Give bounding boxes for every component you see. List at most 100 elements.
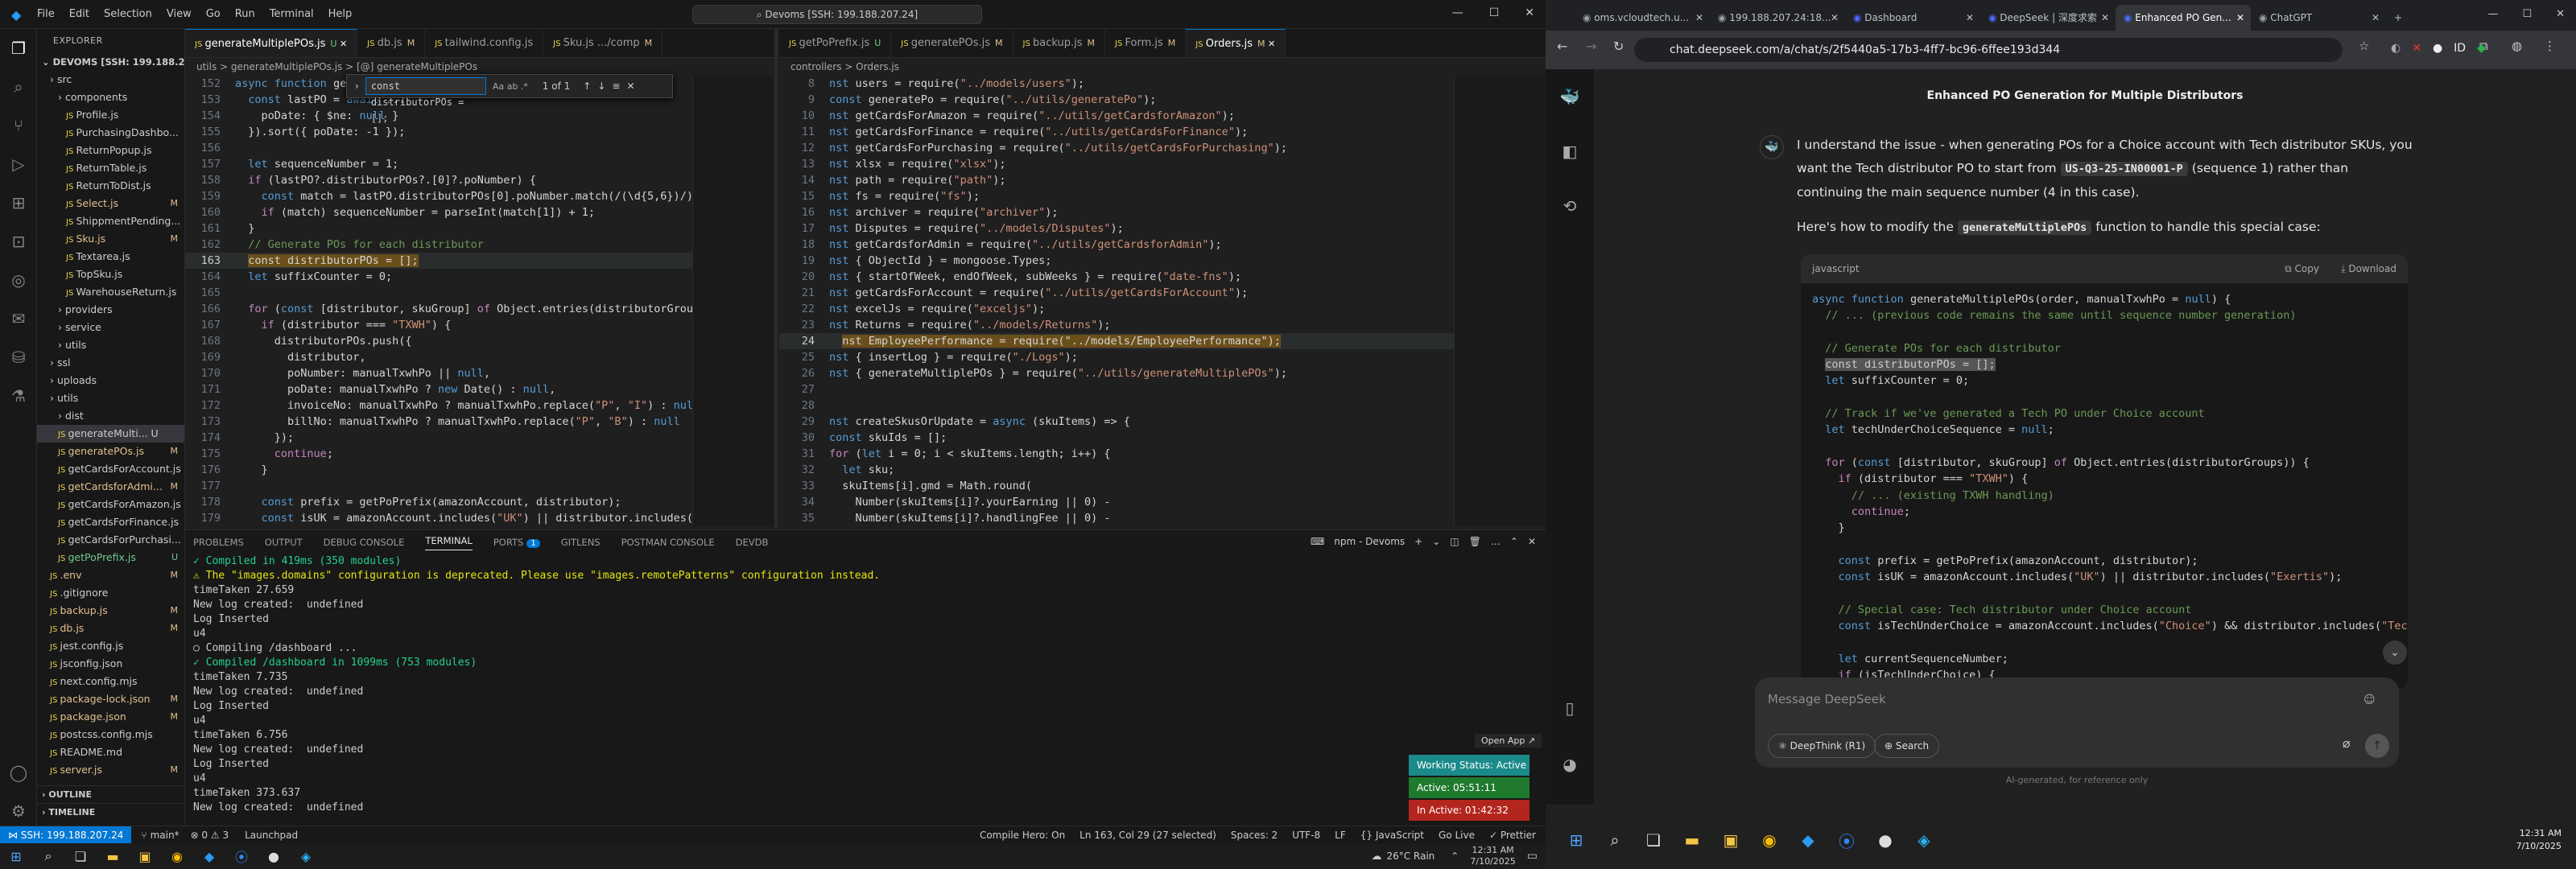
code-editor-left[interactable]: 152async function generateMultiplePOs(or…	[185, 76, 692, 526]
extension-icon-2[interactable]: ✕	[2412, 42, 2421, 55]
task-view-icon[interactable]: ❏	[1634, 827, 1673, 853]
more-icon[interactable]: …	[1491, 536, 1501, 547]
folder-item[interactable]: › service	[37, 319, 184, 336]
database-icon[interactable]: ⛁	[0, 338, 37, 377]
arrow-down-icon[interactable]: ↓	[597, 80, 605, 92]
editor-tab[interactable]: JS backup.js M	[1013, 29, 1106, 57]
file-item[interactable]: JS .gitignore	[37, 584, 184, 602]
deepseek-logo-icon[interactable]: 🐳	[1546, 69, 1594, 124]
file-item[interactable]: JS Textarea.js	[37, 248, 184, 266]
message-input[interactable]: Message DeepSeek	[1768, 692, 1886, 706]
editor-split-divider[interactable]	[774, 29, 778, 528]
remote-indicator[interactable]: ⋈ SSH: 199.188.207.24	[0, 826, 132, 844]
close-icon[interactable]: ✕	[1831, 5, 1839, 31]
maximize-icon[interactable]: ☐	[1489, 6, 1500, 19]
terminal-output[interactable]: ✓ Compiled in 419ms (350 modules) ⚠ The "…	[185, 554, 1546, 815]
search-icon[interactable]: ⌕	[1596, 827, 1634, 853]
code-block-body[interactable]: async function generateMultiplePOs(order…	[1801, 283, 2408, 689]
cursor-position[interactable]: Ln 163, Col 29 (27 selected)	[1080, 830, 1216, 841]
avatar[interactable]: ◕	[1546, 737, 1594, 792]
editor-tab[interactable]: JS getPoPrefix.js U	[779, 29, 892, 57]
minimap-right[interactable]	[1454, 76, 1546, 526]
folder-item[interactable]: › utils	[37, 389, 184, 407]
zoom-icon[interactable]: ⦿	[225, 843, 258, 869]
app-icon-2[interactable]: ◈	[290, 843, 322, 869]
close-icon[interactable]: ✕	[1966, 5, 1974, 31]
split-icon[interactable]: ◫	[1450, 536, 1459, 547]
close-icon[interactable]: ✕	[1528, 536, 1536, 547]
source-control-icon[interactable]: ⑂	[0, 106, 37, 145]
menu-lines-icon[interactable]: ≡	[612, 80, 620, 92]
testing-icon[interactable]: ⚗	[0, 377, 37, 415]
menu-item[interactable]: Selection	[104, 8, 152, 20]
file-item[interactable]: JS jsconfig.json	[37, 655, 184, 673]
menu-item[interactable]: Terminal	[270, 8, 314, 20]
file-item[interactable]: JS getCardsforAdmi... M	[37, 478, 184, 496]
maximize-panel-icon[interactable]: ⌃	[1510, 536, 1518, 547]
file-item[interactable]: JS getCardsForAccount.js	[37, 460, 184, 478]
folder-item[interactable]: › providers	[37, 301, 184, 319]
browser-tab[interactable]: ◉ 199.188.207.24:18... ✕	[1710, 5, 1845, 31]
file-item[interactable]: JS generatePOs.js M	[37, 443, 184, 460]
language-mode[interactable]: {} JavaScript	[1360, 830, 1424, 841]
panel-tab[interactable]: TERMINAL	[425, 535, 473, 550]
scroll-down-button[interactable]: ⌄	[2383, 640, 2407, 665]
git-branch[interactable]: main*	[151, 830, 180, 841]
file-item[interactable]: JS next.config.mjs	[37, 673, 184, 690]
problems-count[interactable]: ⊗ 0 ⚠ 3	[191, 830, 229, 841]
zoom-icon[interactable]: ⦿	[1827, 827, 1866, 853]
editor-tab[interactable]: JS Sku.js .../comp M	[543, 29, 663, 57]
forward-icon[interactable]: →	[1586, 39, 1596, 54]
extension-icon-3[interactable]: ●	[2433, 42, 2442, 55]
search-icon[interactable]: ⌕	[0, 68, 37, 106]
prettier[interactable]: ✓ Prettier	[1489, 830, 1536, 841]
explorer-icon[interactable]: ❐	[0, 29, 37, 68]
find-input[interactable]: const distributorPOs = [];	[365, 77, 486, 124]
extension-icon-4[interactable]: ID	[2454, 42, 2466, 55]
folder-item[interactable]: › utils	[37, 336, 184, 354]
timeline-section[interactable]: › TIMELINE	[37, 803, 184, 821]
folder-item[interactable]: › components	[37, 89, 184, 106]
file-item[interactable]: JS package-lock.json M	[37, 690, 184, 708]
editor-tab[interactable]: JS generatePOs.js M	[891, 29, 1013, 57]
code-editor-right[interactable]: 8 nst users = require("../models/users");…	[779, 76, 1454, 526]
file-item[interactable]: JS Profile.js	[37, 106, 184, 124]
file-item[interactable]: JS getCardsForPurchasi...	[37, 531, 184, 549]
minimize-icon[interactable]: —	[1452, 6, 1463, 19]
menu-item[interactable]: File	[37, 8, 55, 20]
chrome-icon[interactable]: ◉	[1750, 827, 1789, 853]
accounts-icon[interactable]: ◯	[0, 753, 37, 792]
remote-explorer-icon[interactable]: ⊡	[0, 222, 37, 261]
panel-tab[interactable]: PORTS 1	[493, 537, 540, 548]
close-icon[interactable]: ✕	[1265, 39, 1275, 49]
store-icon[interactable]: ▣	[1711, 827, 1750, 853]
extension-icon-1[interactable]: ◐	[2391, 42, 2401, 55]
file-item[interactable]: JS ShippmentPending...	[37, 212, 184, 230]
encoding[interactable]: UTF-8	[1292, 830, 1320, 841]
close-icon[interactable]: ✕	[1525, 6, 1534, 19]
menu-item[interactable]: Go	[206, 8, 221, 20]
add-icon[interactable]: +	[1414, 536, 1422, 547]
editor-tab[interactable]: JS Orders.js M ✕	[1186, 29, 1286, 57]
compile-hero[interactable]: Compile Hero: On	[980, 830, 1065, 841]
editor-tab[interactable]: JS Form.js M	[1105, 29, 1187, 57]
minimap-left[interactable]	[692, 76, 773, 526]
chrome-icon[interactable]: ◉	[161, 843, 193, 869]
browser-tab[interactable]: ◉ Enhanced PO Gen... ✕	[2116, 5, 2251, 31]
file-item[interactable]: JS db.js M	[37, 620, 184, 637]
attach-icon[interactable]: ⌀	[2343, 735, 2351, 751]
file-item[interactable]: JS .env M	[37, 566, 184, 584]
file-item[interactable]: JS Sku.js M	[37, 230, 184, 248]
app-icon[interactable]: ●	[258, 843, 290, 869]
folder-item[interactable]: › src	[37, 71, 184, 89]
file-item[interactable]: JS ReturnToDist.js	[37, 177, 184, 195]
panel-tab[interactable]: OUTPUT	[265, 537, 303, 548]
browser-tab[interactable]: ◉ DeepSeek | 深度求索 ✕	[1980, 5, 2116, 31]
file-explorer-icon[interactable]: ▬	[1673, 827, 1711, 853]
new-chat-icon[interactable]: ⟲	[1546, 179, 1594, 233]
file-item[interactable]: JS getPoPrefix.js U	[37, 549, 184, 566]
folder-item[interactable]: › dist	[37, 407, 184, 425]
file-item[interactable]: JS PurchasingDashbo...	[37, 124, 184, 142]
file-explorer-icon[interactable]: ▬	[97, 843, 129, 869]
terminal-name[interactable]: npm - Devoms	[1334, 536, 1405, 547]
